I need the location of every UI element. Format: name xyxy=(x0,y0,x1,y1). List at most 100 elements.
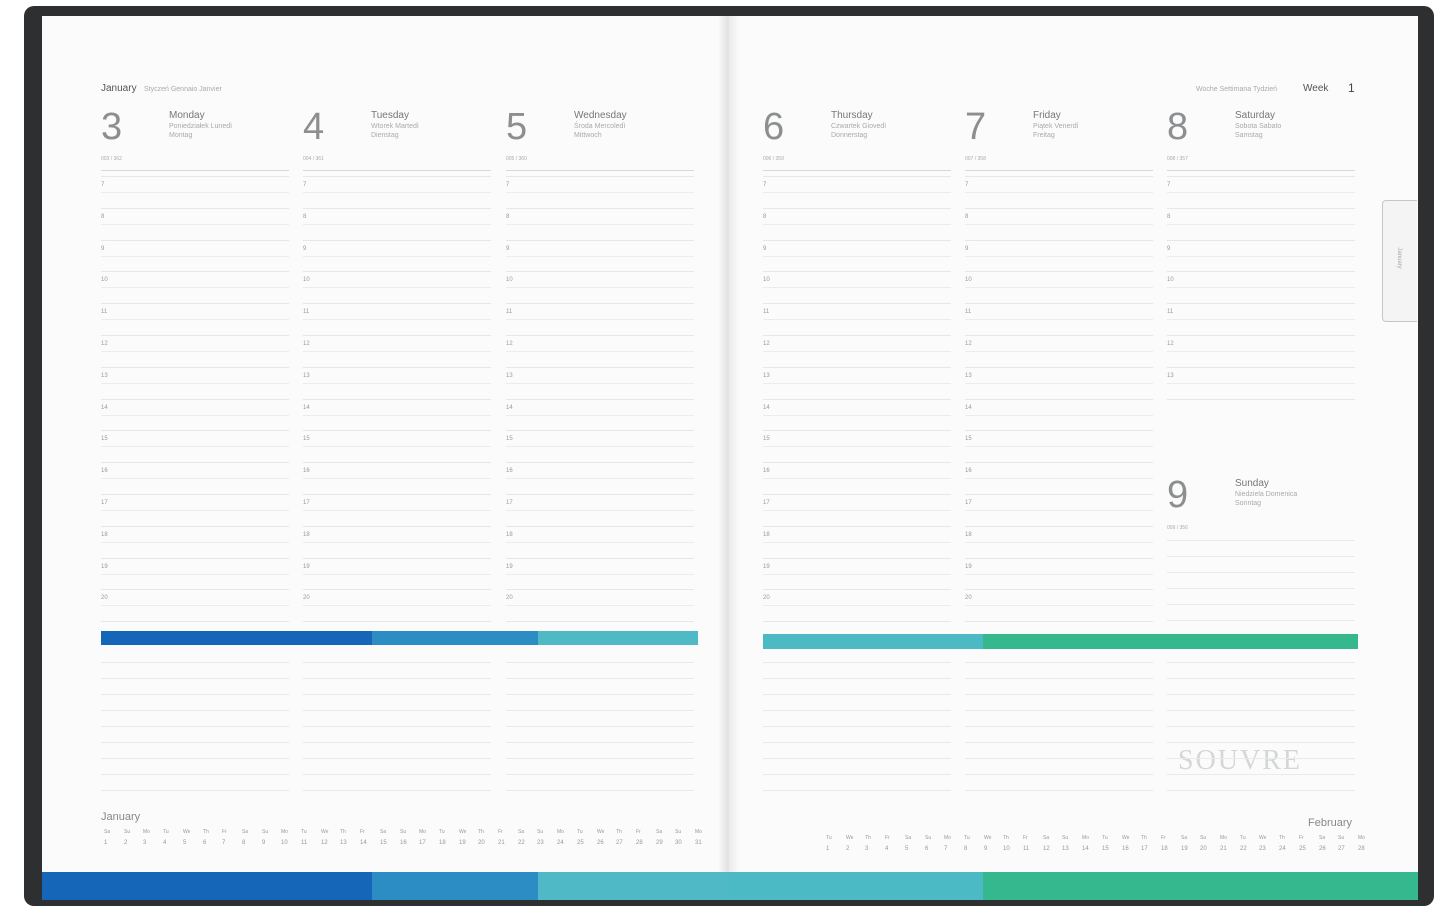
mini-calendar-date: 23 xyxy=(1259,846,1266,852)
hour-rule xyxy=(303,589,491,590)
mini-calendar-day-name: Su xyxy=(262,829,269,835)
day-of-year: 005 / 360 xyxy=(506,156,527,162)
mini-calendar-date: 3 xyxy=(143,840,147,846)
note-line xyxy=(763,790,951,791)
mini-calendar-day-name: Mo xyxy=(1358,835,1365,841)
note-line xyxy=(965,662,1153,663)
mini-calendar-date: 5 xyxy=(183,840,187,846)
note-line xyxy=(763,662,951,663)
day-name-translation: Niedziela Domenica xyxy=(1235,491,1298,498)
hour-label: 7 xyxy=(1167,182,1171,188)
day-name: Saturday xyxy=(1235,110,1276,121)
hour-label: 11 xyxy=(763,309,770,315)
half-hour-rule xyxy=(506,287,694,288)
half-hour-rule xyxy=(763,319,951,320)
day-header-rule xyxy=(763,170,951,171)
mini-calendar-date: 19 xyxy=(1181,846,1188,852)
half-hour-rule xyxy=(763,351,951,352)
half-hour-rule xyxy=(101,224,289,225)
mini-calendar-day-name: Fr xyxy=(222,829,227,835)
note-line xyxy=(965,694,1153,695)
note-line xyxy=(1167,556,1355,557)
mini-calendar-date: 30 xyxy=(675,840,682,846)
note-line xyxy=(763,742,951,743)
hour-label: 11 xyxy=(303,309,310,315)
hour-rule xyxy=(506,621,694,622)
hour-label: 17 xyxy=(506,500,513,506)
day-of-year: 003 / 362 xyxy=(101,156,122,162)
hour-rule xyxy=(1167,271,1355,272)
brand-logo: SOUVRE xyxy=(1178,745,1303,776)
hour-label: 9 xyxy=(965,246,969,252)
note-line xyxy=(101,742,289,743)
note-line xyxy=(1167,572,1355,573)
hour-label: 18 xyxy=(763,532,770,538)
mini-calendar-date: 8 xyxy=(964,846,968,852)
half-hour-rule xyxy=(303,256,491,257)
mini-calendar-day-name: We xyxy=(597,829,605,835)
hour-label: 15 xyxy=(763,436,770,442)
mini-calendar-day-name: Tu xyxy=(301,829,307,835)
hour-rule xyxy=(303,271,491,272)
mini-calendar-day-name: Fr xyxy=(1161,835,1166,841)
hour-rule xyxy=(101,589,289,590)
note-line xyxy=(1167,758,1355,759)
mini-calendar-date: 12 xyxy=(321,840,328,846)
mini-calendar-date: 25 xyxy=(1299,846,1306,852)
mini-calendar-day-name: We xyxy=(846,835,854,841)
hour-label: 13 xyxy=(763,373,770,379)
hour-rule xyxy=(763,240,951,241)
mini-calendar-date: 11 xyxy=(301,840,308,846)
mini-calendar-month-january: January xyxy=(101,811,141,823)
hour-rule xyxy=(965,240,1153,241)
mini-calendar-day-name: Fr xyxy=(636,829,641,835)
hour-label: 20 xyxy=(101,595,108,601)
hour-rule xyxy=(1167,335,1355,336)
hour-rule xyxy=(763,176,951,177)
mini-calendar-day-name: Sa xyxy=(1319,835,1326,841)
half-hour-rule xyxy=(965,574,1153,575)
day-number: 5 xyxy=(506,106,528,148)
note-line xyxy=(506,790,694,791)
mini-calendar-date: 24 xyxy=(1279,846,1286,852)
day-name: Wednesday xyxy=(574,110,627,121)
left-color-band xyxy=(101,631,372,645)
header-month: January xyxy=(101,83,137,94)
hour-rule xyxy=(101,208,289,209)
half-hour-rule xyxy=(506,542,694,543)
note-line xyxy=(763,678,951,679)
hour-rule xyxy=(763,367,951,368)
hour-rule xyxy=(101,526,289,527)
hour-label: 12 xyxy=(763,341,770,347)
mini-calendar-day-name: Tu xyxy=(577,829,583,835)
day-name-translation: Dienstag xyxy=(371,132,399,139)
hour-label: 11 xyxy=(101,309,108,315)
note-line xyxy=(303,742,491,743)
mini-calendar-date: 23 xyxy=(537,840,544,846)
half-hour-rule xyxy=(763,542,951,543)
day-name: Tuesday xyxy=(371,110,409,121)
note-line xyxy=(506,726,694,727)
note-line xyxy=(303,790,491,791)
mini-calendar-date: 1 xyxy=(826,846,830,852)
mini-calendar-date: 21 xyxy=(498,840,505,846)
mini-calendar-date: 24 xyxy=(557,840,564,846)
half-hour-rule xyxy=(763,415,951,416)
header-week-label: Week xyxy=(1303,83,1329,94)
note-line xyxy=(303,774,491,775)
day-number: 6 xyxy=(763,106,785,148)
half-hour-rule xyxy=(965,319,1153,320)
mini-calendar-day-name: Th xyxy=(340,829,346,835)
half-hour-rule xyxy=(965,478,1153,479)
hour-label: 14 xyxy=(763,405,770,411)
hour-rule xyxy=(101,462,289,463)
hour-rule xyxy=(965,271,1153,272)
hour-label: 13 xyxy=(1167,373,1174,379)
hour-rule xyxy=(101,303,289,304)
hour-label: 15 xyxy=(101,436,108,442)
half-hour-rule xyxy=(965,542,1153,543)
mini-calendar-date: 31 xyxy=(695,840,702,846)
mini-calendar-date: 16 xyxy=(1122,846,1129,852)
mini-calendar-day-name: Sa xyxy=(380,829,387,835)
hour-rule xyxy=(506,494,694,495)
